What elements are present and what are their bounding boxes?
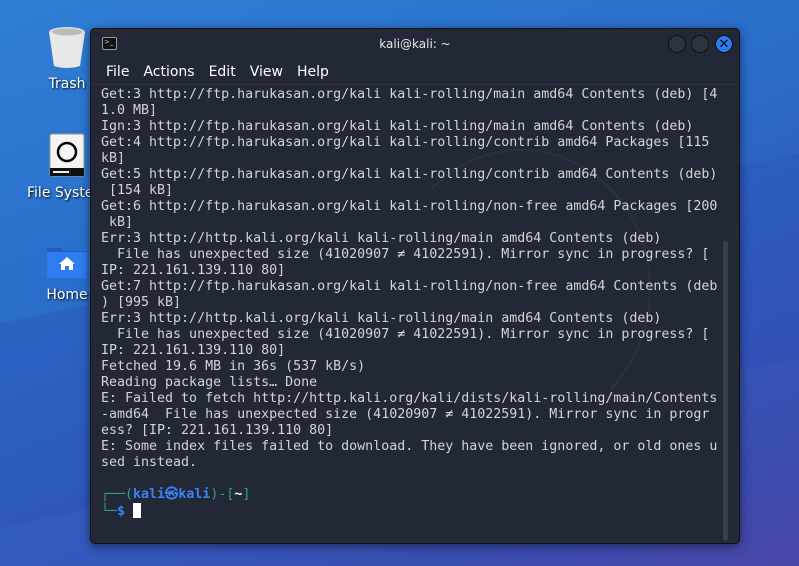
terminal-line: IP: 221.161.139.110 80] — [101, 343, 286, 358]
text-cursor — [133, 503, 142, 518]
terminal-line: E: Failed to fetch http://http.kali.org/… — [101, 391, 718, 406]
trash-icon — [49, 27, 85, 68]
menu-edit[interactable]: Edit — [202, 59, 243, 84]
prompt-line: ┌──(kali㉿kali)-[~] — [101, 487, 721, 503]
terminal-line: sed instead. — [101, 455, 198, 470]
terminal-line: File has unexpected size (41020907 ≠ 410… — [101, 327, 710, 342]
terminal-line: Get:7 http://ftp.harukasan.org/kali kali… — [101, 279, 718, 294]
terminal-line: [154 kB] — [101, 183, 174, 198]
input-line[interactable]: └─$ — [101, 503, 721, 520]
close-icon: ✕ — [718, 37, 730, 52]
menu-bar: File Actions Edit View Help — [91, 59, 739, 85]
terminal-window: >_ kali@kali: ~ ✕ File Actions Edit View… — [90, 28, 740, 544]
terminal-line: kB] — [101, 215, 134, 230]
terminal-line: Get:4 http://ftp.harukasan.org/kali kali… — [101, 135, 710, 150]
prompt-user: kali㉿kali — [133, 487, 211, 502]
home-folder-icon — [47, 248, 87, 278]
prompt-close: )-[ — [210, 487, 235, 502]
close-button[interactable]: ✕ — [715, 35, 733, 53]
menu-actions[interactable]: Actions — [136, 59, 201, 84]
terminal-line: IP: 221.161.139.110 80] — [101, 263, 286, 278]
terminal-line: ess? [IP: 221.161.139.110 80] — [101, 423, 334, 438]
terminal-line: Ign:3 http://ftp.harukasan.org/kali kali… — [101, 119, 694, 134]
menu-view[interactable]: View — [243, 59, 290, 84]
prompt-corner: └─ — [101, 504, 118, 519]
prompt-end: ] — [242, 487, 251, 502]
terminal-output[interactable]: Get:3 http://ftp.harukasan.org/kali kali… — [101, 87, 721, 520]
terminal-line: Get:5 http://ftp.harukasan.org/kali kali… — [101, 167, 718, 182]
menu-help[interactable]: Help — [290, 59, 336, 84]
terminal-line: 1.0 MB] — [101, 103, 158, 118]
minimize-button[interactable] — [668, 35, 686, 53]
drive-icon — [49, 133, 85, 177]
terminal-line: Err:3 http://http.kali.org/kali kali-rol… — [101, 311, 662, 326]
maximize-button[interactable] — [691, 35, 709, 53]
terminal-line: ) [995 kB] — [101, 295, 182, 310]
prompt-dollar: $ — [117, 504, 126, 519]
terminal-line: Get:6 http://ftp.harukasan.org/kali kali… — [101, 199, 718, 214]
terminal-line: Fetched 19.6 MB in 36s (537 kB/s) — [101, 359, 366, 374]
terminal-line: File has unexpected size (41020907 ≠ 410… — [101, 247, 710, 262]
terminal-line: Reading package lists… Done — [101, 375, 318, 390]
scrollbar[interactable] — [723, 241, 728, 541]
terminal-line: kB] — [101, 151, 126, 166]
menu-file[interactable]: File — [99, 59, 136, 84]
terminal-line: Get:3 http://ftp.harukasan.org/kali kali… — [101, 87, 718, 102]
prompt-open: ┌──( — [101, 487, 134, 502]
terminal-line: Err:3 http://http.kali.org/kali kali-rol… — [101, 231, 662, 246]
terminal-icon: >_ — [102, 37, 117, 50]
window-title: kali@kali: ~ — [379, 37, 451, 51]
terminal-line: E: Some index files failed to download. … — [101, 439, 718, 454]
title-bar[interactable]: >_ kali@kali: ~ ✕ — [91, 29, 739, 59]
terminal-line: -amd64 File has unexpected size (4102090… — [101, 407, 710, 422]
